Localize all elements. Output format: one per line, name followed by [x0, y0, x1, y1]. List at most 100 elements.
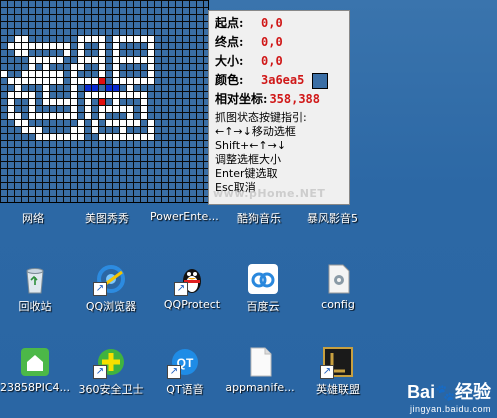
magnified-pixel [43, 99, 49, 105]
magnified-pixel [29, 43, 35, 49]
desktop-icon-recycle-bin[interactable]: 回收站 [0, 262, 76, 322]
desktop-label-meitu[interactable]: 美图秀秀 [85, 210, 129, 226]
magnified-pixel [57, 134, 63, 140]
magnified-pixel [134, 134, 140, 140]
magnified-pixel [57, 99, 63, 105]
magnified-pixel [99, 64, 105, 70]
magnified-pixel [148, 64, 154, 70]
magnified-pixel [99, 36, 105, 42]
magnified-pixel [120, 106, 126, 112]
desktop-icon-qq-browser[interactable]: ↗ QQ浏览器 [70, 262, 152, 322]
help-line-shift: Shift+←↑→↓ [215, 139, 287, 152]
brand-text-b: 经验 [455, 382, 491, 402]
end-point-value: 0,0 [261, 35, 283, 49]
magnified-pixel [99, 71, 105, 77]
magnified-pixel [141, 78, 147, 84]
end-point-label: 终点: [215, 35, 244, 49]
magnified-pixel [85, 57, 91, 63]
magnified-pixel [99, 85, 105, 91]
magnified-pixel [127, 85, 133, 91]
magnified-pixel [50, 78, 56, 84]
magnified-pixel [113, 99, 119, 105]
magnified-pixel [78, 127, 84, 133]
color-label: 颜色: [215, 73, 244, 87]
magnified-pixel [29, 57, 35, 63]
magnified-pixel [113, 120, 119, 126]
magnified-pixel [78, 36, 84, 42]
magnified-pixel [22, 43, 28, 49]
magnified-pixel [127, 106, 133, 112]
magnified-pixel [78, 43, 84, 49]
magnified-pixel [92, 78, 98, 84]
desktop-icon-config[interactable]: config [297, 262, 379, 322]
magnified-pixel [120, 134, 126, 140]
magnified-pixel [99, 43, 105, 49]
magnified-pixel [92, 36, 98, 42]
magnified-pixel [92, 85, 98, 91]
desktop-label-kugou[interactable]: 酷狗音乐 [237, 210, 281, 226]
magnified-pixel [141, 92, 147, 98]
magnified-pixel [22, 71, 28, 77]
baidu-jingyan-logo: Bai🐾经验 jingyan.baidu.com [407, 378, 491, 414]
magnified-pixel [50, 71, 56, 77]
magnified-pixel [78, 50, 84, 56]
icon-label: 360安全卫士 [78, 383, 144, 396]
magnified-pixel [57, 43, 63, 49]
magnified-pixel [64, 99, 70, 105]
magnified-pixel [85, 85, 91, 91]
magnified-pixel [22, 36, 28, 42]
desktop-icon-23858pic[interactable]: 23858PIC4... [0, 345, 76, 405]
magnified-pixel [113, 43, 119, 49]
magnified-pixel [113, 78, 119, 84]
magnified-pixel [15, 50, 21, 56]
desktop-icon-lol[interactable]: ↗ 英雄联盟 [297, 345, 379, 405]
icon-label: 百度云 [246, 300, 280, 313]
magnified-pixel [148, 120, 154, 126]
magnified-pixel [134, 57, 140, 63]
magnified-pixel [43, 92, 49, 98]
magnified-pixel [141, 134, 147, 140]
desktop-icon-360-safe[interactable]: ↗ 360安全卫士 [70, 345, 152, 405]
desktop-icon-baidu-cloud[interactable]: 百度云 [222, 262, 304, 322]
icon-label: config [321, 298, 355, 311]
icon-label: appmanife... [225, 381, 295, 394]
magnified-pixel [43, 64, 49, 70]
magnified-pixel [120, 57, 126, 63]
magnified-pixel [148, 127, 154, 133]
magnified-pixel [71, 71, 77, 77]
magnified-pixel [29, 64, 35, 70]
relative-coord-row: 相对坐标: 358,388 [215, 90, 343, 109]
magnified-pixel [85, 36, 91, 42]
brand-subtitle: jingyan.baidu.com [409, 404, 491, 414]
magnified-pixel [22, 50, 28, 56]
shortcut-arrow-icon: ↗ [93, 282, 107, 296]
desktop-icon-qqprotect[interactable]: ↗ QQProtect [151, 262, 233, 322]
desktop-label-baofeng[interactable]: 暴风影音5 [307, 210, 358, 226]
magnified-pixel [50, 99, 56, 105]
magnified-pixel [134, 92, 140, 98]
end-point-row: 终点: 0,0 [215, 33, 343, 52]
desktop-icon-appmanifest[interactable]: appmanife... [219, 345, 301, 405]
magnified-pixel [78, 57, 84, 63]
magnified-pixel [8, 99, 14, 105]
desktop-label-network[interactable]: 网络 [22, 210, 44, 226]
color-row: 颜色: 3a6ea5 [215, 71, 343, 90]
magnified-pixel [92, 120, 98, 126]
magnified-pixel [43, 71, 49, 77]
magnified-pixel [127, 92, 133, 98]
config-file-icon [328, 264, 350, 294]
shortcut-arrow-icon: ↗ [93, 365, 107, 379]
magnified-pixel [106, 92, 112, 98]
magnified-pixel [29, 78, 35, 84]
magnified-pixel [71, 78, 77, 84]
magnified-pixel [127, 78, 133, 84]
magnified-pixel [120, 78, 126, 84]
magnified-pixel [92, 127, 98, 133]
desktop-label-powerent[interactable]: PowerEnte... [150, 210, 219, 223]
desktop-icon-qt-voice[interactable]: QT ↗ QT语音 [144, 345, 226, 405]
magnified-pixels [1, 36, 154, 140]
magnified-pixel [36, 57, 42, 63]
magnified-pixel [43, 134, 49, 140]
magnified-pixel [43, 113, 49, 119]
magnified-pixel [113, 64, 119, 70]
